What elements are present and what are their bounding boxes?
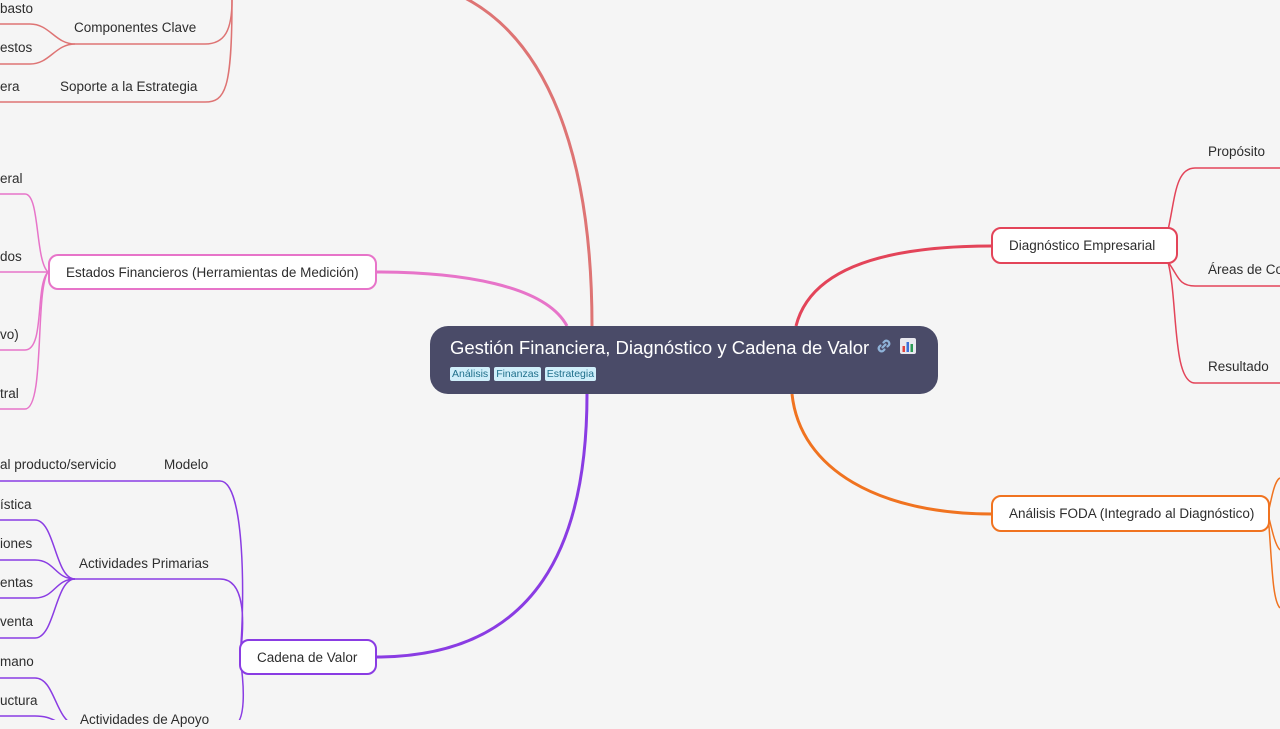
diagnostico-child-areas[interactable]: Áreas de Col [1208,261,1280,279]
node-estados-financieros[interactable]: Estados Financieros (Herramientas de Med… [48,254,377,290]
connector-line [375,393,589,659]
branch-label-basto[interactable]: basto [0,0,33,18]
branch-label-estos[interactable]: estos [0,39,32,57]
cadena-modelo[interactable]: Modelo [164,456,208,474]
cadena-actividades-apoyo[interactable]: Actividades de Apoyo [80,711,209,729]
node-diagnostico-empresarial[interactable]: Diagnóstico Empresarial [991,227,1178,264]
connector-line [204,0,233,45]
estados-child-3[interactable]: vo) [0,326,19,344]
connector-line [204,0,233,103]
connector-line [790,393,993,516]
tag-finanzas[interactable]: Finanzas [494,367,541,381]
primarias-child-3[interactable]: entas [0,574,33,592]
estados-child-4[interactable]: tral [0,385,19,403]
branch-label-soporte-estrategia[interactable]: Soporte a la Estrategia [60,78,197,96]
node-analisis-foda[interactable]: Análisis FODA (Integrado al Diagnóstico) [991,495,1270,532]
apoyo-child-1[interactable]: mano [0,653,34,671]
bar-chart-icon [899,337,917,360]
diagnostico-child-proposito[interactable]: Propósito [1208,143,1265,161]
primarias-child-1[interactable]: ística [0,496,32,514]
cadena-modelo-child[interactable]: al producto/servicio [0,456,116,474]
node-cadena-de-valor[interactable]: Cadena de Valor [239,639,377,675]
connector-line [794,244,993,327]
connector-line [1167,167,1280,231]
central-topic-node[interactable]: Gestión Financiera, Diagnóstico y Cadena… [430,326,938,394]
connector-line [465,0,594,327]
diagnostico-child-resultado[interactable]: Resultado [1208,358,1269,376]
estados-child-1[interactable]: eral [0,170,23,188]
central-title: Gestión Financiera, Diagnóstico y Cadena… [450,337,870,358]
connector-line [1267,513,1280,609]
connector-line [75,578,244,658]
connector-line [375,270,569,327]
tag-estrategia[interactable]: Estrategia [544,367,597,381]
apoyo-child-2[interactable]: uctura [0,692,38,710]
branch-label-componentes-clave[interactable]: Componentes Clave [74,19,196,37]
tag-analisis[interactable]: Análisis [450,367,491,381]
estados-child-2[interactable]: dos [0,248,22,266]
link-icon[interactable] [875,337,893,360]
primarias-child-2[interactable]: iones [0,535,32,553]
branch-label-era[interactable]: era [0,78,20,96]
primarias-child-4[interactable]: venta [0,613,33,631]
cadena-actividades-primarias[interactable]: Actividades Primarias [79,555,209,573]
